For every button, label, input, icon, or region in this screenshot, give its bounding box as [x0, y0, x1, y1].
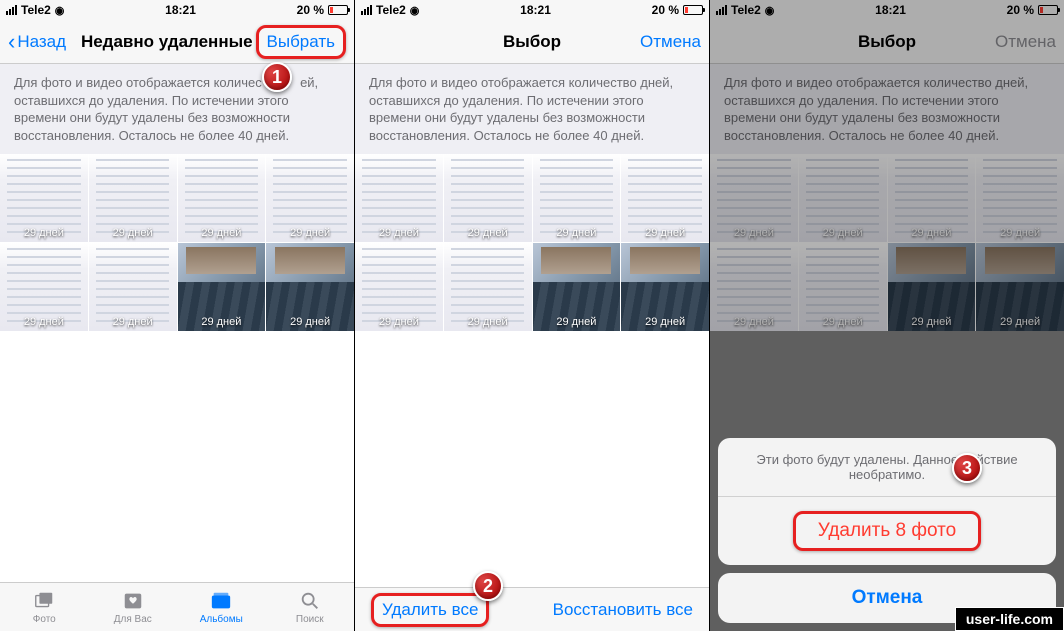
toolbar: Удалить все Восстановить все [355, 587, 709, 631]
info-text: Для фото и видео отображается количество… [710, 64, 1064, 154]
action-sheet-message: Эти фото будут удалены. Данное действие … [718, 438, 1056, 497]
screen-action-sheet: Tele2 ◉ 18:21 20 % Выбор Отмена Для фото… [710, 0, 1064, 631]
signal-icon [716, 5, 727, 15]
callout-3: 3 [952, 453, 982, 483]
photos-icon [31, 590, 57, 612]
photo-thumbnail[interactable]: 29 дней [89, 154, 177, 242]
restore-all-button[interactable]: Восстановить все [553, 600, 693, 620]
photo-thumbnail[interactable]: 29 дней [266, 243, 354, 331]
signal-icon [361, 5, 372, 15]
photo-thumbnail[interactable]: 29 дней [888, 243, 976, 331]
photo-thumbnail[interactable]: 29 дней [621, 243, 709, 331]
status-bar: Tele2 ◉ 18:21 20 % [710, 0, 1064, 20]
photo-thumbnail[interactable]: 29 дней [355, 154, 443, 242]
nav-bar: Выбор Отмена [355, 20, 709, 64]
photo-thumbnail[interactable]: 29 дней [799, 243, 887, 331]
battery-icon [328, 5, 348, 15]
clock: 18:21 [165, 3, 196, 17]
back-button[interactable]: ‹ Назад [8, 31, 66, 53]
signal-icon [6, 5, 17, 15]
wifi-icon: ◉ [55, 4, 65, 17]
battery-icon [1038, 5, 1058, 15]
battery-pct: 20 % [297, 3, 324, 17]
info-text: Для фото и видео отображается количество… [0, 64, 354, 154]
delete-all-button[interactable]: Удалить все [371, 593, 489, 627]
wifi-icon: ◉ [765, 4, 775, 17]
photo-grid: 29 дней 29 дней 29 дней 29 дней 29 дней … [355, 154, 709, 331]
photo-thumbnail[interactable]: 29 дней [89, 243, 177, 331]
photo-grid: 29 дней 29 дней 29 дней 29 дней 29 дней … [0, 154, 354, 331]
photo-thumbnail[interactable]: 29 дней [355, 243, 443, 331]
photo-thumbnail[interactable]: 29 дней [0, 154, 88, 242]
nav-bar: ‹ Назад Недавно удаленные Выбрать [0, 20, 354, 64]
search-icon [297, 590, 323, 612]
tab-for-you[interactable]: Для Вас [89, 583, 178, 631]
watermark: user-life.com [955, 607, 1064, 631]
photo-thumbnail[interactable]: 29 дней [976, 154, 1064, 242]
tab-bar: Фото Для Вас Альбомы Поиск [0, 582, 354, 631]
photo-thumbnail[interactable]: 29 дней [533, 154, 621, 242]
info-text: Для фото и видео отображается количество… [355, 64, 709, 154]
photo-thumbnail[interactable]: 29 дней [710, 154, 798, 242]
heart-icon [120, 590, 146, 612]
status-bar: Tele2 ◉ 18:21 20 % [355, 0, 709, 20]
status-bar: Tele2 ◉ 18:21 20 % [0, 0, 354, 20]
nav-title: Недавно удаленные [78, 32, 256, 52]
tab-search[interactable]: Поиск [266, 583, 355, 631]
photo-thumbnail[interactable]: 29 дней [178, 243, 266, 331]
photo-thumbnail[interactable]: 29 дней [533, 243, 621, 331]
photo-thumbnail[interactable]: 29 дней [621, 154, 709, 242]
cancel-button[interactable]: Отмена [640, 32, 701, 52]
photo-thumbnail[interactable]: 29 дней [266, 154, 354, 242]
photo-thumbnail[interactable]: 29 дней [710, 243, 798, 331]
screen-selection: Tele2 ◉ 18:21 20 % Выбор Отмена Для фото… [355, 0, 709, 631]
photo-thumbnail[interactable]: 29 дней [799, 154, 887, 242]
back-label: Назад [17, 32, 66, 52]
wifi-icon: ◉ [410, 4, 420, 17]
tab-photos[interactable]: Фото [0, 583, 89, 631]
action-sheet: Эти фото будут удалены. Данное действие … [718, 438, 1056, 623]
tab-albums[interactable]: Альбомы [177, 583, 266, 631]
chevron-left-icon: ‹ [8, 31, 15, 53]
photo-grid: 29 дней 29 дней 29 дней 29 дней 29 дней … [710, 154, 1064, 331]
photo-thumbnail[interactable]: 29 дней [444, 243, 532, 331]
photo-thumbnail[interactable]: 29 дней [0, 243, 88, 331]
battery-icon [683, 5, 703, 15]
albums-icon [208, 590, 234, 612]
screen-recently-deleted: Tele2 ◉ 18:21 20 % ‹ Назад Недавно удале… [0, 0, 354, 631]
delete-photos-button[interactable]: Удалить 8 фото [718, 497, 1056, 565]
nav-title: Выбор [433, 32, 631, 52]
callout-1: 1 [262, 62, 292, 92]
callout-2: 2 [473, 571, 503, 601]
cancel-button[interactable]: Отмена [995, 32, 1056, 52]
select-button[interactable]: Выбрать [256, 25, 346, 59]
photo-thumbnail[interactable]: 29 дней [444, 154, 532, 242]
photo-thumbnail[interactable]: 29 дней [888, 154, 976, 242]
carrier-label: Tele2 [21, 3, 51, 17]
nav-title: Выбор [788, 32, 986, 52]
photo-thumbnail[interactable]: 29 дней [178, 154, 266, 242]
photo-thumbnail[interactable]: 29 дней [976, 243, 1064, 331]
nav-bar: Выбор Отмена [710, 20, 1064, 64]
